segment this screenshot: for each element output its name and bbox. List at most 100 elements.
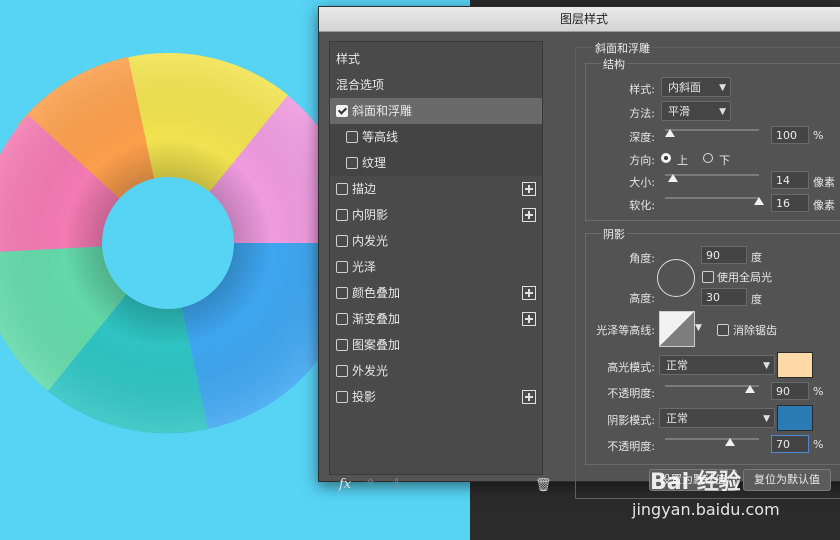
- watermark-url: jingyan.baidu.com: [632, 500, 780, 519]
- highlight-mode-select[interactable]: 正常 ▼: [659, 355, 775, 375]
- move-up-arrow-icon[interactable]: ⇧: [365, 477, 376, 492]
- add-inner-shadow-plus-icon[interactable]: [522, 208, 536, 222]
- highlight-opacity-label: 不透明度:: [607, 387, 655, 400]
- angle-input[interactable]: 90: [701, 246, 747, 264]
- altitude-unit: 度: [751, 293, 762, 306]
- add-color-overlay-plus-icon[interactable]: [522, 286, 536, 300]
- inner-shadow-checkbox[interactable]: [336, 209, 348, 221]
- technique-label: 方法:: [629, 107, 655, 120]
- shadow-color-swatch[interactable]: [777, 405, 813, 431]
- style-list-item-inner-glow[interactable]: 内发光: [330, 228, 542, 254]
- style-list-item-color-overlay[interactable]: 颜色叠加: [330, 280, 542, 306]
- inner-glow-checkbox[interactable]: [336, 235, 348, 247]
- stroke-checkbox[interactable]: [336, 183, 348, 195]
- shadow-mode-label: 阴影模式:: [607, 414, 655, 427]
- chevron-down-icon[interactable]: ▼: [695, 323, 702, 333]
- highlight-opacity-unit: %: [813, 385, 824, 398]
- antialias-label: 消除锯齿: [733, 324, 777, 337]
- style-label: 样式:: [629, 83, 655, 96]
- chevron-down-icon: ▼: [719, 107, 726, 117]
- shadow-opacity-unit: %: [813, 438, 824, 451]
- style-select[interactable]: 内斜面 ▼: [661, 77, 731, 97]
- outer-glow-checkbox[interactable]: [336, 365, 348, 377]
- soften-input[interactable]: 16: [771, 194, 809, 212]
- drop-shadow-checkbox[interactable]: [336, 391, 348, 403]
- shadow-opacity-slider-thumb[interactable]: [725, 438, 735, 446]
- trash-icon[interactable]: 🗑: [535, 478, 552, 493]
- contour-checkbox[interactable]: [346, 131, 358, 143]
- shadow-opacity-input[interactable]: 70: [771, 435, 809, 453]
- soften-slider-thumb[interactable]: [754, 197, 764, 205]
- direction-label: 方向:: [629, 154, 655, 167]
- style-list-item-gradient-overlay[interactable]: 渐变叠加: [330, 306, 542, 332]
- shadow-mode-select[interactable]: 正常 ▼: [659, 408, 775, 428]
- style-list-item-outer-glow[interactable]: 外发光: [330, 358, 542, 384]
- angle-label: 角度:: [629, 252, 655, 265]
- altitude-input[interactable]: 30: [701, 288, 747, 306]
- gloss-contour-label: 光泽等高线:: [596, 324, 655, 337]
- style-list-item-drop-shadow[interactable]: 投影: [330, 384, 542, 410]
- depth-input[interactable]: 100: [771, 126, 809, 144]
- angle-dial[interactable]: [657, 259, 695, 297]
- shadow-opacity-slider[interactable]: [665, 438, 759, 440]
- satin-checkbox[interactable]: [336, 261, 348, 273]
- layer-style-dialog: 图层样式 样式 混合选项 斜面和浮雕 等高线 纹理 描边 内阴影 内发光 光泽 …: [318, 6, 840, 499]
- style-list: 样式 混合选项 斜面和浮雕 等高线 纹理 描边 内阴影 内发光 光泽 颜色叠加 …: [329, 41, 543, 475]
- highlight-color-swatch[interactable]: [777, 352, 813, 378]
- style-list-item-blending-options[interactable]: 混合选项: [330, 72, 542, 98]
- depth-slider-thumb[interactable]: [665, 129, 675, 137]
- texture-checkbox[interactable]: [346, 157, 358, 169]
- antialias-checkbox[interactable]: [717, 324, 729, 336]
- structure-title: 结构: [601, 56, 627, 72]
- watermark-brand: Bai 经验: [650, 470, 741, 495]
- chevron-down-icon: ▼: [763, 414, 770, 424]
- gloss-contour-preview[interactable]: [659, 311, 695, 347]
- global-light-checkbox[interactable]: [702, 271, 714, 283]
- shading-title: 阴影: [601, 226, 627, 242]
- direction-up-label: 上: [677, 154, 688, 167]
- style-list-item-satin[interactable]: 光泽: [330, 254, 542, 280]
- move-down-arrow-icon[interactable]: ⇩: [391, 477, 402, 492]
- reset-default-button[interactable]: 复位为默认值: [743, 469, 831, 491]
- add-gradient-overlay-plus-icon[interactable]: [522, 312, 536, 326]
- altitude-label: 高度:: [629, 292, 655, 305]
- fx-icon[interactable]: fx: [339, 477, 351, 492]
- soften-slider[interactable]: [665, 197, 759, 199]
- technique-select[interactable]: 平滑 ▼: [661, 101, 731, 121]
- style-list-item-inner-shadow[interactable]: 内阴影: [330, 202, 542, 228]
- bevel-emboss-section-title: 斜面和浮雕: [593, 40, 652, 56]
- bevel-emboss-checkbox[interactable]: [336, 105, 348, 117]
- style-list-item-pattern-overlay[interactable]: 图案叠加: [330, 332, 542, 358]
- add-stroke-plus-icon[interactable]: [522, 182, 536, 196]
- style-list-item-bevel-emboss[interactable]: 斜面和浮雕: [330, 98, 542, 124]
- angle-unit: 度: [751, 251, 762, 264]
- size-slider-thumb[interactable]: [668, 174, 678, 182]
- chevron-down-icon: ▼: [763, 361, 770, 371]
- style-list-item-contour[interactable]: 等高线: [330, 124, 542, 150]
- size-unit: 像素: [813, 176, 835, 189]
- global-light-label: 使用全局光: [717, 271, 772, 284]
- soften-label: 软化:: [629, 199, 655, 212]
- gradient-overlay-checkbox[interactable]: [336, 313, 348, 325]
- highlight-opacity-input[interactable]: 90: [771, 382, 809, 400]
- pattern-overlay-checkbox[interactable]: [336, 339, 348, 351]
- color-overlay-checkbox[interactable]: [336, 287, 348, 299]
- chevron-down-icon: ▼: [719, 83, 726, 93]
- size-input[interactable]: 14: [771, 171, 809, 189]
- depth-label: 深度:: [629, 131, 655, 144]
- style-list-item-texture[interactable]: 纹理: [330, 150, 542, 176]
- add-drop-shadow-plus-icon[interactable]: [522, 390, 536, 404]
- style-list-item-stroke[interactable]: 描边: [330, 176, 542, 202]
- direction-down-label: 下: [719, 154, 730, 167]
- size-slider[interactable]: [665, 174, 759, 176]
- shadow-opacity-label: 不透明度:: [607, 440, 655, 453]
- style-list-item-styles[interactable]: 样式: [330, 46, 542, 72]
- direction-up-radio[interactable]: [661, 153, 671, 163]
- size-label: 大小:: [629, 176, 655, 189]
- dialog-title: 图层样式: [319, 7, 840, 32]
- depth-unit: %: [813, 129, 824, 142]
- soften-unit: 像素: [813, 199, 835, 212]
- depth-slider[interactable]: [665, 129, 759, 131]
- direction-down-radio[interactable]: [703, 153, 713, 163]
- highlight-opacity-slider-thumb[interactable]: [745, 385, 755, 393]
